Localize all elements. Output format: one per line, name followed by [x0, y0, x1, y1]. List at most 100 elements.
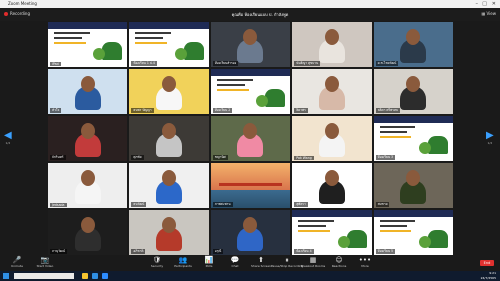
- participant-name: หัวใจ: [50, 108, 62, 113]
- shared-slide-band: [48, 22, 128, 29]
- shared-slide-l3: [379, 230, 412, 232]
- participant-name: ห้องเรียน 4: [294, 249, 314, 254]
- previous-page-button[interactable]: ◀ 1/2: [4, 130, 12, 145]
- shared-slide-l1: [135, 32, 172, 34]
- participant-tile[interactable]: ธนพร ปัญญา: [129, 69, 209, 114]
- participant-name: ลลิตา ศรีพรหม: [375, 108, 401, 113]
- toolbar-label: More: [361, 264, 369, 268]
- participant-tile[interactable]: ด.ช.ไชยวัฒน์: [373, 22, 453, 67]
- meeting-topbar: Recording คุณคือ ห้องเรียนแบบ ป. กำลังพู…: [0, 8, 500, 21]
- taskbar-clock: 9:21 24/7/2565: [481, 271, 496, 281]
- participant-tile[interactable]: Pok Wang: [292, 116, 372, 161]
- participant-name: ห้องเรียนสำรอง: [212, 61, 239, 66]
- participant-tile[interactable]: ภานุวัฒน์: [48, 210, 128, 255]
- participant-tile[interactable]: จักรินทร์: [48, 116, 128, 161]
- participant-name: ธิดาพร: [294, 108, 308, 113]
- shared-slide-plant2: [419, 142, 431, 154]
- participant-tile[interactable]: ธิดาพร: [292, 69, 372, 114]
- participant-name: สุพัตรา: [294, 202, 308, 207]
- participant-tile[interactable]: ห้องเรียน 2: [210, 69, 291, 114]
- participant-tile[interactable]: อรุณี: [210, 210, 291, 255]
- shared-slide-l3: [298, 230, 330, 232]
- shared-slide-plant: [183, 42, 204, 60]
- shared-slide-plant2: [174, 48, 187, 60]
- participant-tile[interactable]: ห้องเรียน 4: [292, 210, 372, 255]
- participant-name: ด.ช.ไชยวัฒน์: [375, 61, 399, 66]
- maximize-icon[interactable]: □: [482, 0, 487, 8]
- shared-slide-plant: [346, 230, 367, 248]
- participant-tile[interactable]: ลลิตา ศรีพรหม: [373, 69, 453, 114]
- participant-tile[interactable]: อภิชาติ: [129, 210, 209, 255]
- close-icon[interactable]: ✕: [492, 0, 496, 8]
- participant-name: จักรินทร์: [50, 155, 66, 160]
- participant-name: นันธิญา สุขบาน: [294, 61, 321, 66]
- shared-slide-l2: [298, 225, 326, 227]
- minimize-icon[interactable]: –: [476, 0, 479, 8]
- shared-slide-plant2: [419, 236, 431, 248]
- participant-video-head: [162, 123, 177, 139]
- shared-slide-plant: [428, 136, 448, 154]
- participant-tile[interactable]: ห้องเรียนสำรอง: [210, 22, 291, 67]
- participant-tile[interactable]: ธนวัฒน์: [129, 163, 209, 208]
- view-button[interactable]: ▦ View: [481, 11, 496, 16]
- shared-slide-l1: [298, 220, 334, 222]
- participant-tile[interactable]: ภาพสะพาน: [210, 163, 291, 208]
- gallery-grid: iPad ห้องเรียน 1 ป.4 ห้องเรียนสำรอง นันธิญา…: [48, 22, 453, 255]
- bridge-image: [218, 183, 283, 187]
- participant-name: Jedsada: [50, 203, 67, 207]
- participant-name: ธนพร ปัญญา: [131, 108, 154, 113]
- shared-slide-l2: [216, 84, 245, 86]
- shared-slide-l3: [54, 42, 86, 44]
- shared-slide-band: [373, 210, 453, 217]
- left-page-indicator: 1/2: [5, 141, 11, 145]
- participant-tile[interactable]: นันธิญา สุขบาน: [292, 22, 372, 67]
- shared-slide-band: [373, 116, 453, 123]
- participant-video-head: [80, 217, 95, 233]
- record-dot-icon: [4, 12, 8, 16]
- start-video-icon: 📷: [40, 256, 50, 264]
- shared-slide-l2: [54, 37, 82, 39]
- start-video-button[interactable]: 📷 Start Video: [28, 256, 62, 269]
- windows-start-icon[interactable]: [3, 273, 9, 279]
- participant-tile[interactable]: สมชาย: [373, 163, 453, 208]
- end-meeting-button[interactable]: End: [480, 260, 494, 266]
- participant-tile[interactable]: ห้องเรียน 3: [373, 116, 453, 161]
- participant-video-head: [162, 217, 177, 233]
- participant-video-head: [162, 170, 177, 186]
- participant-video-head: [324, 170, 339, 186]
- participant-tile[interactable]: สุพัตรา: [292, 163, 372, 208]
- participant-tile[interactable]: iPad: [48, 22, 128, 67]
- participant-name: อรุณี: [212, 249, 224, 254]
- participant-video-head: [324, 29, 339, 45]
- window-titlebar: Zoom Meeting – □ ✕: [0, 0, 500, 8]
- shared-slide-band: [292, 210, 372, 217]
- file-explorer-icon[interactable]: [82, 273, 88, 279]
- recording-indicator[interactable]: Recording: [4, 11, 30, 16]
- participant-tile[interactable]: ห้องเรียน 1 ป.4: [129, 22, 209, 67]
- participant-name: ห้องเรียน 5: [375, 249, 396, 254]
- participant-tile[interactable]: หัวใจ: [48, 69, 128, 114]
- zoom-app-icon[interactable]: [102, 273, 108, 279]
- browser-icon[interactable]: [92, 273, 98, 279]
- participant-name: ห้องเรียน 3: [375, 155, 396, 160]
- participant-video-head: [162, 76, 177, 92]
- active-speaker-label: คุณคือ ห้องเรียนแบบ ป. กำลังพูด: [231, 12, 289, 17]
- meeting-toolbar: End 🎤 Unmute 📷 Start Video 🛡 Security 👥 Partici…: [0, 255, 500, 271]
- right-page-indicator: 1/2: [487, 141, 493, 145]
- taskbar-search-input[interactable]: [14, 273, 74, 279]
- more-button[interactable]: ••• More: [348, 256, 382, 269]
- participant-video-head: [80, 170, 95, 186]
- participant-tile[interactable]: ศุภชัย: [129, 116, 209, 161]
- more-icon: •••: [358, 256, 372, 264]
- participant-tile[interactable]: ชญานิศ: [210, 116, 291, 161]
- shared-slide-l1: [379, 126, 416, 128]
- participant-tile[interactable]: Jedsada: [48, 163, 128, 208]
- os-taskbar: 9:21 24/7/2565: [0, 271, 500, 281]
- shared-slide-l2: [379, 225, 408, 227]
- participant-name: iPad: [50, 62, 61, 66]
- window-title: Zoom Meeting: [8, 1, 37, 6]
- participant-tile[interactable]: ห้องเรียน 5: [373, 210, 453, 255]
- shared-slide-plant2: [337, 236, 350, 248]
- next-page-button[interactable]: ▶ 1/2: [486, 130, 494, 145]
- shared-slide-l2: [135, 37, 164, 39]
